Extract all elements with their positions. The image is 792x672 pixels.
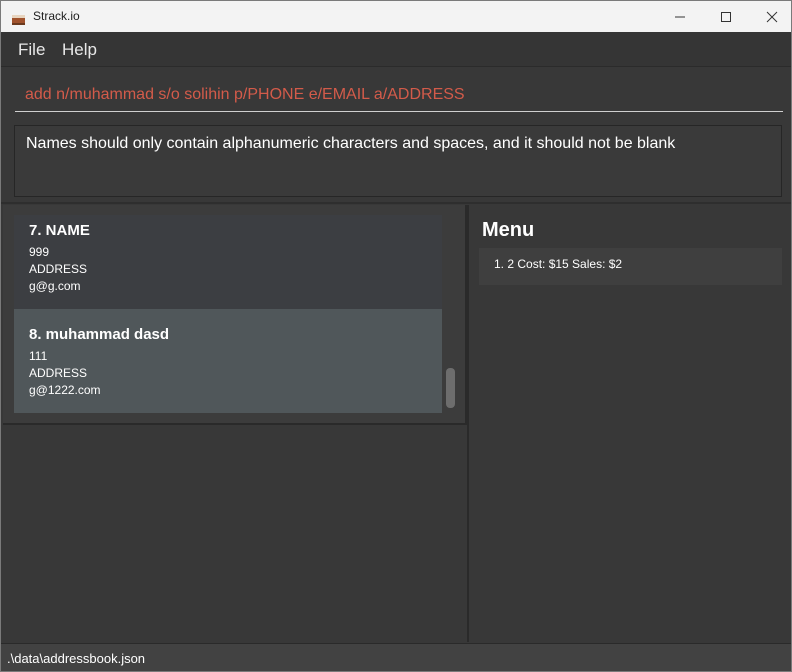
maximize-icon	[721, 11, 731, 22]
person-phone: 111	[29, 349, 48, 363]
menu-list-item[interactable]: 1. 2 Cost: $15 Sales: $2	[479, 248, 782, 285]
command-input[interactable]	[15, 78, 783, 112]
window-title: Strack.io	[33, 9, 80, 23]
maximize-button[interactable]	[703, 1, 749, 32]
person-email: g@g.com	[29, 279, 81, 293]
list-scrollbar[interactable]	[446, 368, 455, 408]
person-email: g@1222.com	[29, 383, 101, 397]
person-card-selected[interactable]: 8. muhammad dasd 111 ADDRESS g@1222.com	[14, 309, 442, 413]
menu-bar: File Help	[1, 32, 791, 67]
result-message: Names should only contain alphanumeric c…	[26, 135, 676, 152]
close-icon	[766, 11, 778, 22]
menu-title: Menu	[482, 219, 535, 241]
result-display: Names should only contain alphanumeric c…	[1, 118, 791, 204]
person-phone: 999	[29, 245, 50, 259]
person-card[interactable]: 7. NAME 999 ADDRESS g@g.com	[14, 215, 442, 312]
menu-item-text: 1. 2 Cost: $15 Sales: $2	[494, 257, 623, 271]
minimize-icon	[675, 16, 685, 17]
person-address: ADDRESS	[29, 366, 88, 380]
status-bar: .\data\addressbook.json	[1, 643, 791, 671]
menu-file[interactable]: File	[18, 40, 45, 60]
save-location: .\data\addressbook.json	[7, 651, 146, 666]
title-bar[interactable]: Strack.io	[1, 1, 791, 32]
result-box: Names should only contain alphanumeric c…	[14, 125, 782, 197]
close-button[interactable]	[749, 1, 792, 32]
person-name: 7. NAME	[29, 222, 90, 239]
person-address: ADDRESS	[29, 262, 88, 276]
minimize-button[interactable]	[657, 1, 703, 32]
menu-pane: Menu 1. 2 Cost: $15 Sales: $2	[469, 205, 791, 642]
command-box	[1, 68, 791, 118]
person-name: 8. muhammad dasd	[29, 326, 170, 343]
app-window: Strack.io File Help Names should only co…	[0, 0, 792, 672]
person-list-pane: 7. NAME 999 ADDRESS g@g.com 8. muhammad …	[3, 205, 467, 642]
menu-help[interactable]: Help	[62, 40, 97, 60]
cake-icon	[11, 10, 26, 25]
person-list[interactable]: 7. NAME 999 ADDRESS g@g.com 8. muhammad …	[3, 205, 467, 425]
